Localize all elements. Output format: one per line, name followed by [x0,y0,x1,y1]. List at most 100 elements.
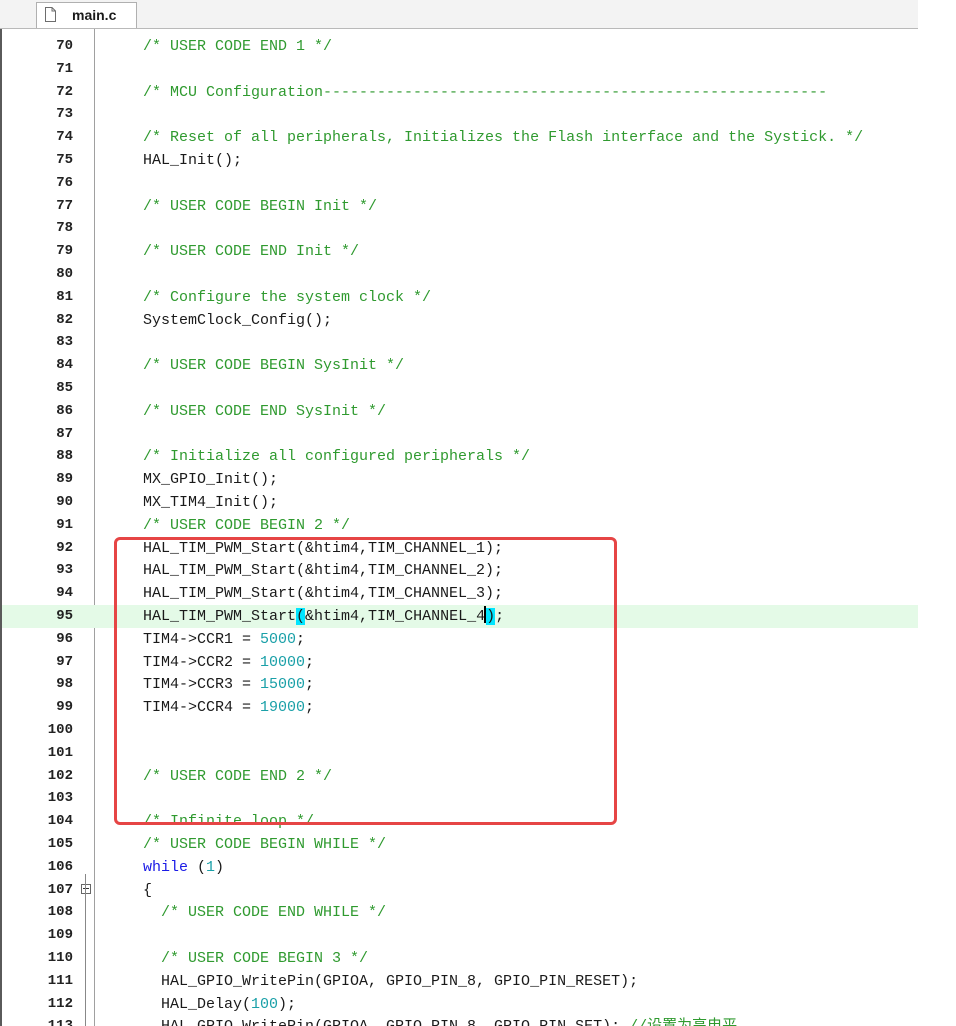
code-text: HAL_TIM_PWM_Start(&htim4,TIM_CHANNEL_1); [143,537,503,560]
code-text: MX_TIM4_Init(); [143,491,278,514]
code-token: 19000 [260,699,306,717]
code-line[interactable]: 111 HAL_GPIO_WritePin(GPIOA, GPIO_PIN_8,… [2,970,918,993]
fold-guide [85,874,86,1026]
code-token: HAL_GPIO_WritePin(GPIOA, GPIO_PIN_8, GPI… [143,972,639,990]
code-line[interactable]: 89 MX_GPIO_Init(); [2,468,918,491]
code-line[interactable]: 77 /* USER CODE BEGIN Init */ [2,195,918,218]
code-line[interactable]: 106 while (1) [2,856,918,879]
code-token: ; [296,630,306,648]
code-text: MX_GPIO_Init(); [143,468,278,491]
code-token: /* Initialize all configured peripherals… [143,448,531,466]
code-text: /* USER CODE END 1 */ [143,35,332,58]
line-number: 91 [56,516,73,533]
code-line[interactable]: 80 [2,263,918,286]
code-line[interactable]: 100 [2,719,918,742]
line-number: 78 [56,220,73,237]
code-token: /* USER CODE END SysInit */ [143,402,387,420]
code-line[interactable]: 90 MX_TIM4_Init(); [2,491,918,514]
tab-main-c[interactable]: main.c [36,2,137,28]
code-line[interactable]: 78 [2,217,918,240]
code-line[interactable]: 92 HAL_TIM_PWM_Start(&htim4,TIM_CHANNEL_1… [2,537,918,560]
code-line[interactable]: 112 HAL_Delay(100); [2,993,918,1016]
code-token: &htim4,TIM_CHANNEL_4 [305,608,486,625]
code-line[interactable]: 81 /* Configure the system clock */ [2,286,918,309]
code-line[interactable]: 113 HAL_GPIO_WritePin(GPIOA, GPIO_PIN_8,… [2,1015,918,1026]
code-token: ) [486,608,496,625]
code-line[interactable]: 91 /* USER CODE BEGIN 2 */ [2,514,918,537]
code-line[interactable]: 105 /* USER CODE BEGIN WHILE */ [2,833,918,856]
code-text: /* USER CODE END 2 */ [143,765,332,788]
code-line[interactable]: 86 /* USER CODE END SysInit */ [2,400,918,423]
code-token: MX_GPIO_Init(); [143,471,279,489]
code-text: HAL_TIM_PWM_Start(&htim4,TIM_CHANNEL_3); [143,582,503,605]
code-text: /* Configure the system clock */ [143,286,431,309]
line-number: 74 [56,129,73,146]
code-line[interactable]: 103 [2,787,918,810]
code-text: /* Infinite loop */ [143,810,314,833]
code-token: /* USER CODE END Init */ [143,243,360,261]
code-line[interactable]: 94 HAL_TIM_PWM_Start(&htim4,TIM_CHANNEL_3… [2,582,918,605]
line-number: 89 [56,471,73,488]
code-text: /* MCU Configuration--------------------… [143,81,827,104]
code-line[interactable]: 98 TIM4->CCR3 = 15000; [2,673,918,696]
line-number: 80 [56,266,73,282]
code-token: /* MCU Configuration--------------------… [143,83,828,101]
code-line[interactable]: 96 TIM4->CCR1 = 5000; [2,628,918,651]
code-line[interactable]: 109 [2,924,918,947]
code-line[interactable]: 70 /* USER CODE END 1 */ [2,35,918,58]
code-line[interactable]: 79 /* USER CODE END Init */ [2,240,918,263]
code-line[interactable]: 71 [2,58,918,81]
code-line[interactable]: 99 TIM4->CCR4 = 19000; [2,696,918,719]
code-line[interactable]: 72 /* MCU Configuration------------------… [2,81,918,104]
line-number: 103 [47,790,73,807]
code-text: /* USER CODE END Init */ [143,240,359,263]
code-token: ; [495,608,505,625]
line-number: 86 [56,402,73,419]
line-number: 96 [56,630,73,647]
code-line[interactable]: 104 /* Infinite loop */ [2,810,918,833]
code-line[interactable]: 110 /* USER CODE BEGIN 3 */ [2,947,918,970]
code-line[interactable]: 76 [2,172,918,195]
line-number: 76 [56,174,73,191]
code-line[interactable]: 102 /* USER CODE END 2 */ [2,765,918,788]
code-line[interactable]: 85 [2,377,918,400]
line-number: 83 [56,334,73,351]
code-editor[interactable]: 70 /* USER CODE END 1 */ 71 72 /* MCU Config… [0,29,918,1026]
line-number: 99 [56,699,73,716]
line-number: 71 [56,60,73,77]
code-line[interactable]: 101 [2,742,918,765]
code-token: 15000 [260,676,306,694]
code-line[interactable]: 82 SystemClock_Config(); [2,309,918,332]
code-line[interactable]: 75 HAL_Init(); [2,149,918,172]
line-number: 75 [56,152,73,168]
code-line[interactable]: 107 { [2,879,918,902]
code-text: while (1) [143,856,224,879]
code-line[interactable]: 97 TIM4->CCR2 = 10000; [2,651,918,674]
code-line[interactable]: 83 [2,331,918,354]
code-line[interactable]: 88 /* Initialize all configured periphera… [2,445,918,468]
code-token: TIM4->CCR1 = [143,630,261,648]
code-line[interactable]: 95 HAL_TIM_PWM_Start(&htim4,TIM_CHANNEL_4… [2,605,918,628]
code-token: /* USER CODE END WHILE */ [161,904,387,922]
line-number: 88 [56,448,73,465]
code-token: { [143,881,153,899]
line-number: 85 [56,380,73,396]
code-line[interactable]: 73 [2,103,918,126]
fold-collapse-icon[interactable] [81,883,91,894]
code-line[interactable]: 74 /* Reset of all peripherals, Initializ… [2,126,918,149]
line-number: 108 [47,904,73,921]
code-line[interactable]: 108 /* USER CODE END WHILE */ [2,901,918,924]
code-line[interactable]: 93 HAL_TIM_PWM_Start(&htim4,TIM_CHANNEL_2… [2,559,918,582]
code-token: while [143,858,189,876]
code-line[interactable]: 87 [2,423,918,446]
line-number: 110 [47,950,73,966]
code-text: TIM4->CCR1 = 5000; [143,628,305,651]
code-line[interactable]: 84 /* USER CODE BEGIN SysInit */ [2,354,918,377]
code-token: //设置为高电平 [620,1018,737,1026]
code-token: /* Infinite loop */ [143,813,315,831]
line-number: 72 [56,83,73,100]
code-token: 100 [251,995,279,1013]
code-token: TIM4->CCR4 = [143,699,261,717]
line-number: 87 [56,425,73,442]
tab-label: main.c [72,7,117,23]
